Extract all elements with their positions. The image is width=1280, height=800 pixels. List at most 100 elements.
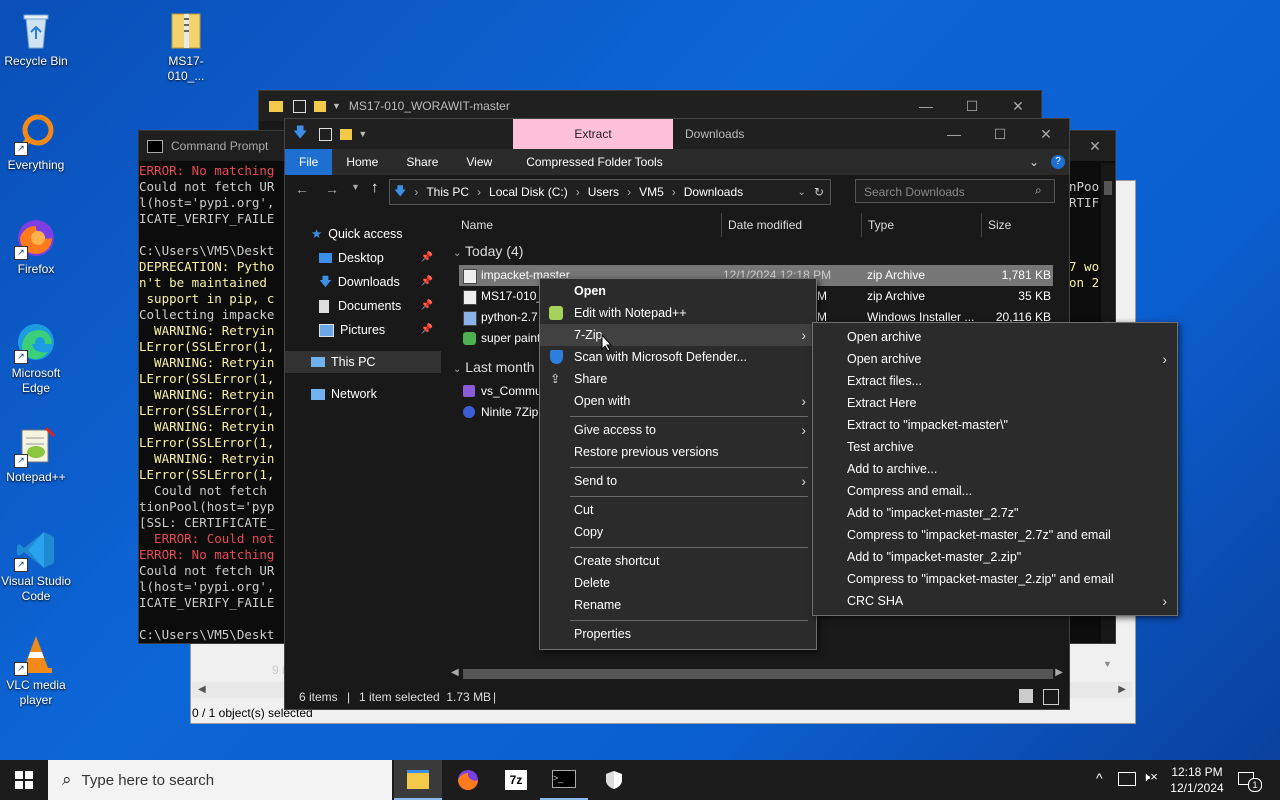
maximize-button[interactable]: ☐ xyxy=(977,126,1023,143)
menu-item-7zip[interactable]: 7-Zip › xyxy=(540,324,816,346)
network-tray-icon[interactable] xyxy=(1118,772,1136,786)
desktop-icon-edge[interactable]: ↗ Microsoft Edge xyxy=(0,320,72,396)
search-input[interactable]: Search Downloads xyxy=(855,179,1055,203)
taskbar-command-prompt[interactable]: >_ xyxy=(540,760,588,800)
menu-item-properties[interactable]: Properties xyxy=(540,623,816,645)
window-titlebar[interactable]: ▼ MS17-010_WORAWIT-master — ☐ ✕ xyxy=(259,91,1041,121)
submenu-item-add-zip[interactable]: Add to "impacket-master_2.zip" xyxy=(813,546,1177,568)
menu-item-scan-defender[interactable]: Scan with Microsoft Defender... xyxy=(540,346,816,368)
column-header-type[interactable]: Type xyxy=(861,213,978,237)
taskbar-firefox[interactable] xyxy=(444,760,492,800)
submenu-item-add-to-archive[interactable]: Add to archive... xyxy=(813,458,1177,480)
desktop-icon-vlc[interactable]: ↗ VLC media player xyxy=(0,632,72,708)
menu-item-rename[interactable]: Rename xyxy=(540,594,816,616)
menu-item-open-with[interactable]: Open with › xyxy=(540,390,816,412)
nav-documents[interactable]: Documents 📌 xyxy=(285,295,441,317)
submenu-item-compress-zip-email[interactable]: Compress to "impacket-master_2.zip" and … xyxy=(813,568,1177,590)
tab-view[interactable]: View xyxy=(452,149,506,175)
help-icon[interactable]: ? xyxy=(1051,155,1065,169)
breadcrumb-vm5[interactable]: VM5 xyxy=(639,185,664,199)
details-view-button[interactable] xyxy=(1019,689,1033,703)
tab-share[interactable]: Share xyxy=(392,149,452,175)
properties-qat-icon[interactable] xyxy=(319,127,333,141)
submenu-item-extract-files[interactable]: Extract files... xyxy=(813,370,1177,392)
horizontal-scrollbar[interactable]: ◀ ▶ xyxy=(445,665,1069,683)
menu-item-send-to[interactable]: Send to › xyxy=(540,470,816,492)
taskbar-defender[interactable] xyxy=(590,760,638,800)
close-button[interactable]: ✕ xyxy=(995,98,1041,115)
desktop-icon-ms17-folder[interactable]: MS17-010_... xyxy=(150,8,222,84)
desktop-icon-recycle-bin[interactable]: Recycle Bin xyxy=(0,8,72,69)
close-button[interactable]: ✕ xyxy=(1023,126,1069,143)
group-header-last-month[interactable]: ⌄ Last month xyxy=(453,359,535,375)
nav-pictures[interactable]: Pictures 📌 xyxy=(285,319,441,341)
refresh-icon[interactable]: ↻ xyxy=(814,185,824,199)
menu-item-give-access[interactable]: Give access to › xyxy=(540,419,816,441)
close-button[interactable]: ✕ xyxy=(1075,138,1115,155)
chevron-down-icon[interactable]: ▼ xyxy=(358,129,367,139)
tab-file[interactable]: File xyxy=(285,149,333,175)
start-button[interactable] xyxy=(0,760,48,800)
new-folder-qat-icon[interactable] xyxy=(314,100,326,112)
volume-muted-icon[interactable]: 🕨× xyxy=(1142,769,1158,785)
clock[interactable]: 12:18 PM 12/1/2024 xyxy=(1166,764,1228,796)
menu-item-restore-versions[interactable]: Restore previous versions xyxy=(540,441,816,463)
nav-network[interactable]: Network xyxy=(285,383,441,405)
menu-item-open[interactable]: Open xyxy=(540,280,816,302)
chevron-down-icon[interactable]: ▼ xyxy=(332,101,341,111)
submenu-item-open-archive-more[interactable]: Open archive › xyxy=(813,348,1177,370)
minimize-button[interactable]: — xyxy=(903,98,949,114)
submenu-item-add-7z[interactable]: Add to "impacket-master_2.7z" xyxy=(813,502,1177,524)
desktop-icon-vscode[interactable]: ↗ Visual Studio Code xyxy=(0,528,72,604)
contextual-tab-extract[interactable]: Extract xyxy=(513,119,673,149)
submenu-item-test-archive[interactable]: Test archive xyxy=(813,436,1177,458)
new-folder-qat-icon[interactable] xyxy=(340,128,353,140)
properties-qat-icon[interactable] xyxy=(293,99,306,113)
maximize-button[interactable]: ☐ xyxy=(949,98,995,115)
breadcrumb-local-disk[interactable]: Local Disk (C:) xyxy=(489,185,568,199)
menu-item-create-shortcut[interactable]: Create shortcut xyxy=(540,550,816,572)
notification-center-button[interactable]: 1 xyxy=(1236,770,1262,792)
window-titlebar[interactable]: 🡇 ▼ — ☐ ✕ xyxy=(285,119,1069,149)
ribbon-expand-chevron-icon[interactable]: ⌄ xyxy=(1029,155,1039,169)
recent-locations-chevron-icon[interactable]: ▼ xyxy=(351,182,360,192)
group-header-today[interactable]: ⌄ Today (4) xyxy=(453,243,523,259)
submenu-item-crc-sha[interactable]: CRC SHA › xyxy=(813,590,1177,612)
submenu-item-open-archive[interactable]: Open archive xyxy=(813,326,1177,348)
taskbar-file-explorer[interactable] xyxy=(394,760,442,800)
taskbar-search-box[interactable]: ⌕ Type here to search xyxy=(48,760,392,800)
breadcrumb-users[interactable]: Users xyxy=(588,185,619,199)
nav-this-pc[interactable]: This PC xyxy=(285,351,441,373)
taskbar-7zip[interactable]: 7z xyxy=(492,760,540,800)
forward-button[interactable]: → xyxy=(325,181,339,197)
address-bar[interactable]: 🡇 › This PC › Local Disk (C:) › Users › … xyxy=(389,179,831,205)
large-icons-view-button[interactable] xyxy=(1043,689,1059,705)
nav-desktop[interactable]: Desktop 📌 xyxy=(285,247,441,269)
menu-item-cut[interactable]: Cut xyxy=(540,499,816,521)
breadcrumb-this-pc[interactable]: This PC xyxy=(426,185,469,199)
back-button[interactable]: ← xyxy=(295,181,309,197)
nav-downloads[interactable]: 🡇 Downloads 📌 xyxy=(285,271,441,293)
menu-item-share[interactable]: ⇪ Share xyxy=(540,368,816,390)
desktop-icon-everything[interactable]: ↗ Everything xyxy=(0,112,72,173)
nav-quick-access[interactable]: ★ Quick access xyxy=(285,223,441,245)
submenu-item-extract-here[interactable]: Extract Here xyxy=(813,392,1177,414)
submenu-item-extract-to-folder[interactable]: Extract to "impacket-master\" xyxy=(813,414,1177,436)
menu-item-delete[interactable]: Delete xyxy=(540,572,816,594)
column-header-size[interactable]: Size xyxy=(981,213,1058,237)
tab-home[interactable]: Home xyxy=(332,149,392,175)
submenu-item-compress-email[interactable]: Compress and email... xyxy=(813,480,1177,502)
submenu-item-compress-7z-email[interactable]: Compress to "impacket-master_2.7z" and e… xyxy=(813,524,1177,546)
desktop-icon-firefox[interactable]: ↗ Firefox xyxy=(0,216,72,277)
tab-compressed-folder-tools[interactable]: Compressed Folder Tools xyxy=(512,149,677,175)
up-button[interactable]: ↑ xyxy=(371,179,379,196)
column-header-name[interactable]: Name xyxy=(461,213,711,237)
minimize-button[interactable]: — xyxy=(931,126,977,142)
address-dropdown-icon[interactable]: ⌄ xyxy=(798,187,806,198)
column-header-date[interactable]: Date modified xyxy=(721,213,868,237)
menu-item-copy[interactable]: Copy xyxy=(540,521,816,543)
system-tray-chevron-icon[interactable]: ^ xyxy=(1096,770,1103,786)
breadcrumb-downloads[interactable]: Downloads xyxy=(684,185,743,199)
desktop-icon-notepadpp[interactable]: ↗ Notepad++ xyxy=(0,424,72,485)
console-output[interactable]: ERROR: No matching Could not fetch UR l(ho… xyxy=(139,163,289,643)
